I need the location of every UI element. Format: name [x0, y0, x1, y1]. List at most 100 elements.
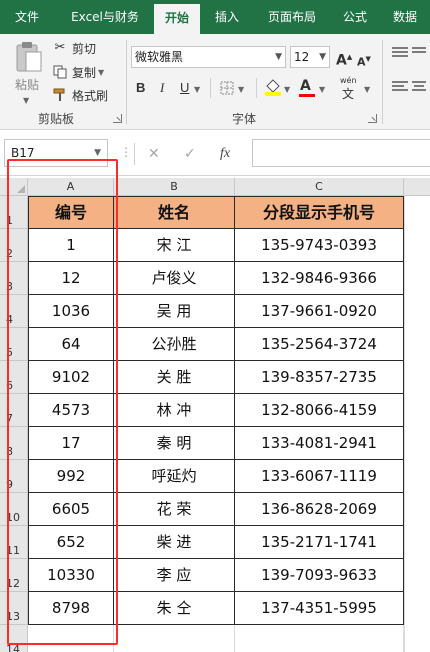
column-header-a[interactable]: A: [28, 178, 114, 196]
borders-icon[interactable]: [220, 81, 234, 95]
header-cell[interactable]: 姓名: [114, 196, 235, 229]
row-number: 5: [6, 346, 13, 359]
font-size-select[interactable]: 12 ▼: [290, 46, 330, 68]
italic-button[interactable]: I: [160, 79, 164, 97]
tab-formulas[interactable]: 公式: [332, 0, 378, 34]
cut-icon: ✂: [54, 40, 66, 55]
row-header[interactable]: 6: [0, 361, 28, 394]
separator: [210, 78, 211, 98]
copy-button[interactable]: 复制 ▼: [52, 63, 116, 81]
increase-font-icon[interactable]: A▲: [336, 48, 352, 70]
table-cell[interactable]: 132-9846-9366: [235, 262, 404, 295]
font-launcher-icon[interactable]: [368, 114, 377, 123]
borders-dropdown-icon[interactable]: ▼: [238, 81, 244, 99]
table-cell[interactable]: 卢俊义: [114, 262, 235, 295]
row-header[interactable]: 14: [0, 625, 28, 652]
table-cell[interactable]: 宋 江: [114, 229, 235, 262]
fill-color-icon[interactable]: [264, 78, 282, 96]
tab-file[interactable]: 文件: [4, 0, 50, 34]
table-cell[interactable]: 林 冲: [114, 394, 235, 427]
row-header[interactable]: 7: [0, 394, 28, 427]
align-icon[interactable]: [388, 44, 428, 104]
row-header[interactable]: 1: [0, 196, 28, 229]
paste-icon: [16, 42, 42, 72]
table-cell[interactable]: 137-9661-0920: [235, 295, 404, 328]
cut-button[interactable]: ✂ 剪切: [52, 39, 112, 57]
tab-insert[interactable]: 插入: [204, 0, 250, 34]
table-cell[interactable]: 8798: [28, 592, 114, 625]
table-cell[interactable]: 652: [28, 526, 114, 559]
cancel-icon[interactable]: ✕: [148, 143, 160, 165]
row-header[interactable]: 2: [0, 229, 28, 262]
table-cell[interactable]: 133-6067-1119: [235, 460, 404, 493]
table-cell[interactable]: 花 荣: [114, 493, 235, 526]
table-cell[interactable]: 李 应: [114, 559, 235, 592]
tab-page-layout[interactable]: 页面布局: [254, 0, 330, 34]
table-cell[interactable]: 139-8357-2735: [235, 361, 404, 394]
underline-button[interactable]: U: [180, 79, 189, 97]
row-header[interactable]: 12: [0, 559, 28, 592]
table-cell[interactable]: 1: [28, 229, 114, 262]
table-cell[interactable]: 135-9743-0393: [235, 229, 404, 262]
row-header[interactable]: 5: [0, 328, 28, 361]
font-color-dropdown-icon[interactable]: ▼: [319, 81, 325, 99]
table-cell[interactable]: 137-4351-5995: [235, 592, 404, 625]
column-header-b[interactable]: B: [114, 178, 235, 196]
row-header[interactable]: 4: [0, 295, 28, 328]
font-name-select[interactable]: 微软雅黑 ▼: [131, 46, 286, 68]
row-header[interactable]: 9: [0, 460, 28, 493]
paste-button[interactable]: 粘贴 ▼: [10, 38, 48, 105]
row-header[interactable]: 10: [0, 493, 28, 526]
worksheet-grid[interactable]: A B C 1 2 3 4 5 6 7 8 9 10 11 12 13 14 编号 姓名 分段显示手机号 1 宋 …: [0, 178, 430, 652]
header-cell[interactable]: 编号: [28, 196, 114, 229]
table-cell[interactable]: 135-2564-3724: [235, 328, 404, 361]
tab-home[interactable]: 开始: [154, 4, 200, 34]
fill-color-dropdown-icon[interactable]: ▼: [284, 81, 290, 99]
enter-icon[interactable]: ✓: [184, 143, 196, 165]
table-cell[interactable]: 4573: [28, 394, 114, 427]
row-number: 1: [6, 214, 13, 227]
tab-data[interactable]: 数据: [382, 0, 428, 34]
row-header[interactable]: 13: [0, 592, 28, 625]
table-cell[interactable]: 公孙胜: [114, 328, 235, 361]
table-cell[interactable]: 132-8066-4159: [235, 394, 404, 427]
row-header[interactable]: 8: [0, 427, 28, 460]
table-cell[interactable]: 吴 用: [114, 295, 235, 328]
table-cell[interactable]: 133-4081-2941: [235, 427, 404, 460]
row-header[interactable]: 11: [0, 526, 28, 559]
table-cell[interactable]: 朱 仝: [114, 592, 235, 625]
table-cell[interactable]: 135-2171-1741: [235, 526, 404, 559]
table-cell[interactable]: 992: [28, 460, 114, 493]
header-cell[interactable]: 分段显示手机号: [235, 196, 404, 229]
table-cell[interactable]: 10330: [28, 559, 114, 592]
table-cell[interactable]: 1036: [28, 295, 114, 328]
formula-input[interactable]: [252, 139, 430, 167]
font-color-button[interactable]: A: [298, 77, 316, 97]
table-cell[interactable]: 17: [28, 427, 114, 460]
row-number: 10: [6, 511, 20, 524]
bold-button[interactable]: B: [136, 79, 145, 97]
select-all-button[interactable]: [0, 178, 28, 196]
table-cell[interactable]: 秦 明: [114, 427, 235, 460]
row-header[interactable]: 3: [0, 262, 28, 295]
resize-handle-icon[interactable]: ⋮: [120, 145, 132, 159]
table-cell[interactable]: 关 胜: [114, 361, 235, 394]
decrease-font-icon[interactable]: A▼: [357, 50, 371, 72]
clipboard-launcher-icon[interactable]: [113, 114, 122, 123]
name-box[interactable]: B17 ▼: [4, 139, 108, 167]
table-cell[interactable]: 139-7093-9633: [235, 559, 404, 592]
table-cell[interactable]: 柴 进: [114, 526, 235, 559]
table-cell[interactable]: 12: [28, 262, 114, 295]
table-cell[interactable]: 136-8628-2069: [235, 493, 404, 526]
underline-dropdown-icon[interactable]: ▼: [194, 81, 200, 99]
insert-function-icon[interactable]: fx: [220, 143, 230, 165]
table-cell[interactable]: 64: [28, 328, 114, 361]
table-cell[interactable]: 9102: [28, 361, 114, 394]
column-header-c[interactable]: C: [235, 178, 404, 196]
table-cell[interactable]: 呼延灼: [114, 460, 235, 493]
tab-excel-finance[interactable]: Excel与财务: [56, 0, 154, 34]
table-cell[interactable]: 6605: [28, 493, 114, 526]
phonetic-dropdown-icon[interactable]: ▼: [364, 81, 370, 99]
column-header-d[interactable]: [404, 178, 430, 196]
format-painter-button[interactable]: 格式刷: [52, 86, 116, 104]
